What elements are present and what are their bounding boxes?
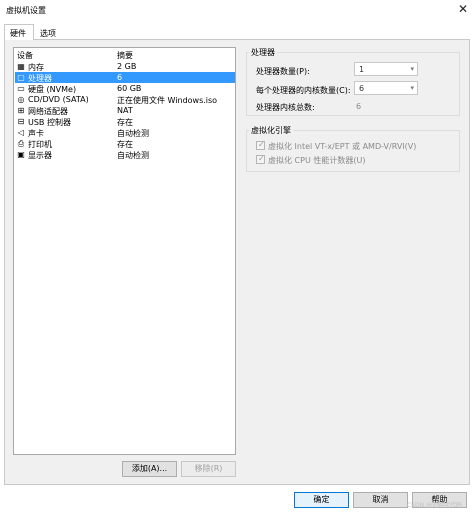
processor-count-value: 1 bbox=[359, 65, 365, 74]
device-list-header: 设备 摘要 bbox=[14, 49, 235, 60]
device-list[interactable]: 设备 摘要 ▦ 内存 2 GB ▢ 处理器 6 ▭ 硬盘 (NVMe) 60 G… bbox=[13, 47, 236, 455]
device-summary: NAT bbox=[117, 106, 133, 115]
device-summary: 自动检测 bbox=[117, 151, 149, 160]
cancel-button[interactable]: 取消 bbox=[353, 492, 408, 508]
processor-group-title: 处理器 bbox=[249, 47, 277, 58]
close-icon[interactable]: ✕ bbox=[458, 2, 468, 16]
checkmark-icon: ✓ bbox=[258, 140, 265, 149]
tab-hardware[interactable]: 硬件 bbox=[4, 24, 34, 40]
device-row-hard-disk[interactable]: ▭ 硬盘 (NVMe) 60 GB bbox=[15, 83, 235, 94]
device-summary: 2 GB bbox=[117, 62, 137, 71]
cores-per-processor-select[interactable]: 6 ▾ bbox=[354, 81, 418, 95]
vtx-checkbox[interactable]: ✓ bbox=[256, 140, 265, 150]
column-header-device[interactable]: 设备 bbox=[17, 50, 33, 61]
display-icon: ▣ bbox=[17, 150, 25, 159]
device-name: CD/DVD (SATA) bbox=[28, 95, 89, 104]
cores-per-processor-value: 6 bbox=[359, 84, 365, 93]
usb-controller-icon: ⊟ bbox=[17, 117, 25, 126]
remove-device-button[interactable]: 移除(R) bbox=[181, 461, 236, 477]
device-row-memory[interactable]: ▦ 内存 2 GB bbox=[15, 61, 235, 72]
cpu-perf-counter-label: 虚拟化 CPU 性能计数器(U) bbox=[268, 156, 366, 165]
hard-disk-icon: ▭ bbox=[17, 84, 25, 93]
total-cores-value: 6 bbox=[356, 102, 362, 111]
window-title: 虚拟机设置 bbox=[6, 6, 46, 15]
checkmark-icon: ✓ bbox=[258, 154, 265, 163]
device-name: 显示器 bbox=[28, 151, 52, 160]
tab-bar: 硬件 选项 bbox=[0, 24, 474, 40]
memory-icon: ▦ bbox=[17, 62, 25, 71]
cd-dvd-icon: ◎ bbox=[17, 95, 25, 104]
cores-per-processor-label: 每个处理器的内核数量(C): bbox=[256, 86, 351, 95]
add-device-button[interactable]: 添加(A)... bbox=[122, 461, 177, 477]
processor-count-label: 处理器数量(P): bbox=[256, 67, 310, 76]
virtualization-group-title: 虚拟化引擎 bbox=[249, 125, 293, 136]
sound-card-icon: ◁ bbox=[17, 128, 25, 137]
tab-options[interactable]: 选项 bbox=[34, 24, 62, 40]
device-row-processor[interactable]: ▢ 处理器 6 bbox=[15, 72, 235, 83]
vtx-label: 虚拟化 Intel VT-x/EPT 或 AMD-V/RVI(V) bbox=[268, 142, 417, 151]
printer-icon: ⎙ bbox=[17, 139, 25, 148]
column-header-summary[interactable]: 摘要 bbox=[117, 50, 133, 61]
device-summary: 60 GB bbox=[117, 84, 142, 93]
chevron-down-icon: ▾ bbox=[410, 84, 414, 92]
ok-button[interactable]: 确定 bbox=[294, 492, 349, 508]
device-summary: 6 bbox=[117, 73, 123, 82]
device-row-usb-controller[interactable]: ⊟ USB 控制器 存在 bbox=[15, 116, 235, 127]
device-row-sound-card[interactable]: ◁ 声卡 自动检测 bbox=[15, 127, 235, 138]
device-row-printer[interactable]: ⎙ 打印机 存在 bbox=[15, 138, 235, 149]
processor-count-select[interactable]: 1 ▾ bbox=[354, 62, 418, 76]
total-cores-label: 处理器内核总数: bbox=[256, 103, 315, 112]
watermark: CSDN @刘翔宇代码 bbox=[406, 502, 462, 509]
device-row-cd-dvd[interactable]: ◎ CD/DVD (SATA) 正在使用文件 Windows.iso bbox=[15, 94, 235, 105]
network-adapter-icon: ⊞ bbox=[17, 106, 25, 115]
chevron-down-icon: ▾ bbox=[410, 65, 414, 73]
processor-icon: ▢ bbox=[17, 73, 25, 82]
title-bar: 虚拟机设置 ✕ bbox=[0, 0, 474, 20]
device-row-network-adapter[interactable]: ⊞ 网络适配器 NAT bbox=[15, 105, 235, 116]
cpu-perf-counter-checkbox[interactable]: ✓ bbox=[256, 154, 265, 164]
device-row-display[interactable]: ▣ 显示器 自动检测 bbox=[15, 149, 235, 160]
